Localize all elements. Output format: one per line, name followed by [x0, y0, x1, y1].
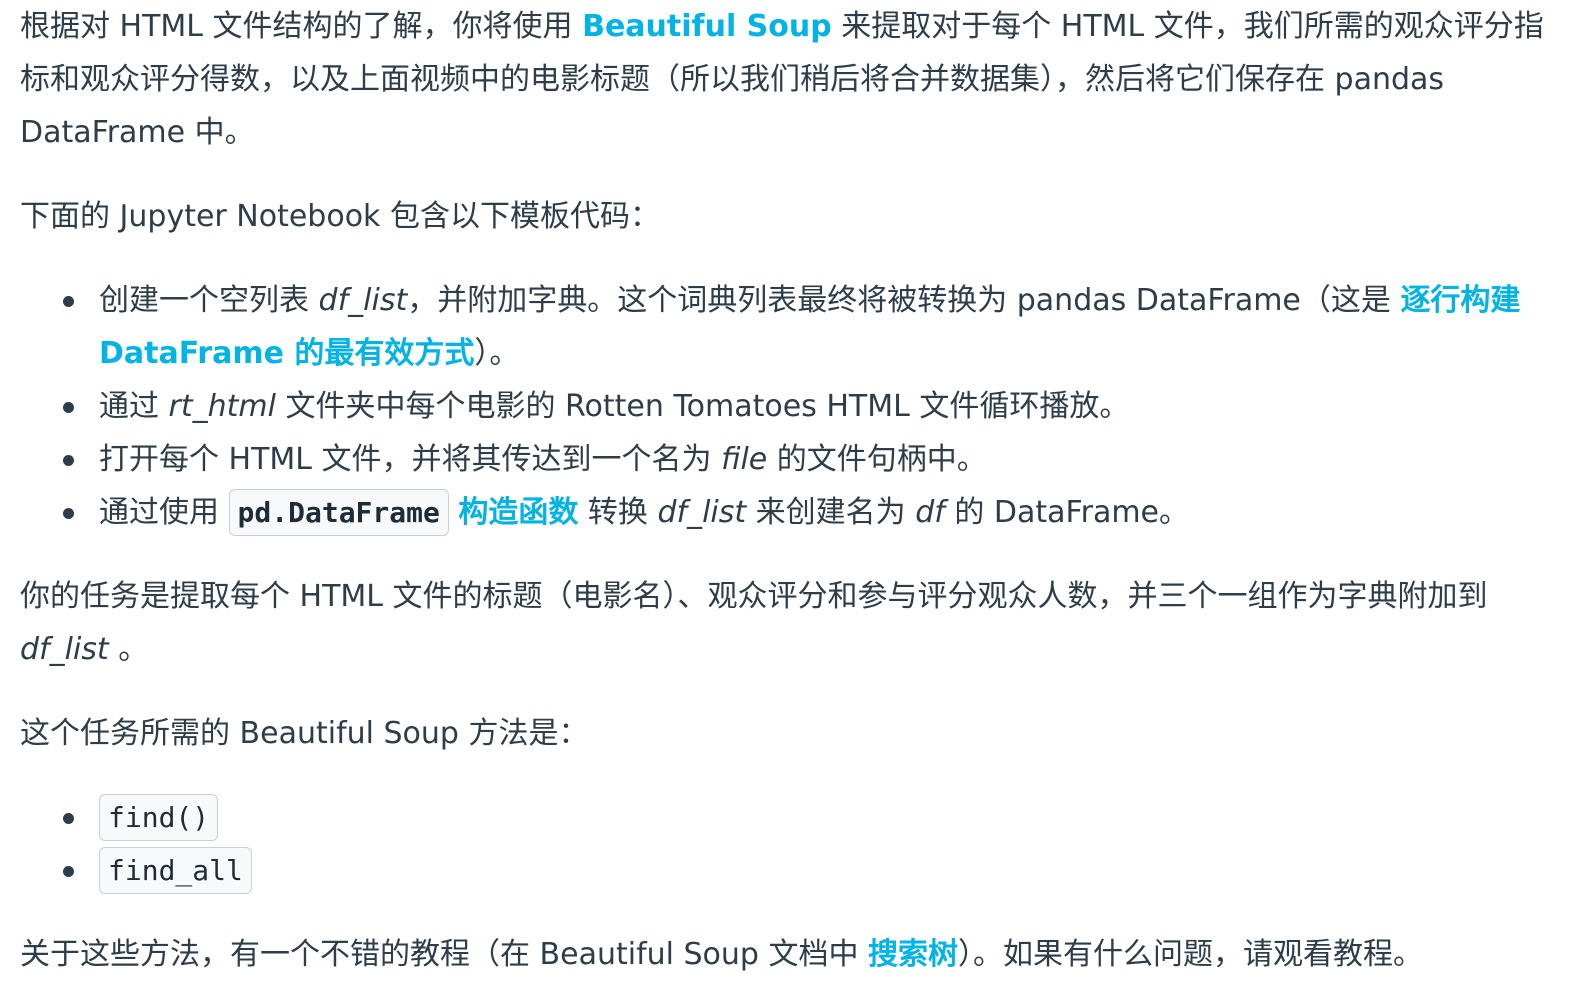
find-code: find() — [99, 794, 219, 841]
find-all-code: find_all — [99, 847, 252, 894]
file-term: file — [721, 442, 768, 477]
bullet-icon — [63, 455, 74, 466]
bullet-icon — [63, 866, 74, 877]
pd-dataframe-code: pd.DataFrame — [228, 489, 449, 536]
rt-html-term: rt_html — [168, 389, 276, 424]
list-item: find() — [20, 791, 1566, 844]
intro-paragraph: 根据对 HTML 文件结构的了解，你将使用 Beautiful Soup 来提取… — [20, 0, 1566, 159]
template-code-list: 创建一个空列表 df_list，并附加字典。这个词典列表最终将被转换为 pand… — [20, 274, 1566, 539]
bullet-icon — [63, 402, 74, 413]
notebook-intro-paragraph: 下面的 Jupyter Notebook 包含以下模板代码： — [20, 199, 660, 234]
task-paragraph: 你的任务是提取每个 HTML 文件的标题（电影名）、观众评分和参与评分观众人数，… — [20, 579, 1488, 667]
list-item: 通过使用 pd.DataFrame 构造函数 转换 df_list 来创建名为 … — [20, 486, 1566, 539]
methods-list: find() find_all — [20, 791, 1566, 897]
beautiful-soup-link[interactable]: Beautiful Soup — [582, 9, 832, 44]
list-item: 通过 rt_html 文件夹中每个电影的 Rotten Tomatoes HTM… — [20, 380, 1566, 433]
df-term: df — [915, 495, 945, 530]
intro-text-1: 根据对 HTML 文件结构的了解，你将使用 — [20, 9, 583, 44]
df-list-term: df_list — [318, 283, 408, 318]
bullet-icon — [63, 508, 74, 519]
df-list-term: df_list — [657, 495, 747, 530]
searching-tree-link[interactable]: 搜索树 — [868, 937, 958, 972]
list-item: find_all — [20, 844, 1566, 897]
constructor-link[interactable]: 构造函数 — [458, 495, 578, 530]
df-list-term: df_list — [20, 632, 109, 667]
list-item: 打开每个 HTML 文件，并将其传达到一个名为 file 的文件句柄中。 — [20, 433, 1566, 486]
bullet-icon — [63, 296, 74, 307]
lesson-content: 根据对 HTML 文件结构的了解，你将使用 Beautiful Soup 来提取… — [0, 0, 1566, 981]
list-item: 创建一个空列表 df_list，并附加字典。这个词典列表最终将被转换为 pand… — [20, 274, 1566, 380]
methods-paragraph: 这个任务所需的 Beautiful Soup 方法是： — [20, 716, 589, 751]
tutorial-paragraph: 关于这些方法，有一个不错的教程（在 Beautiful Soup 文档中 搜索树… — [20, 937, 1424, 972]
bullet-icon — [63, 813, 74, 824]
